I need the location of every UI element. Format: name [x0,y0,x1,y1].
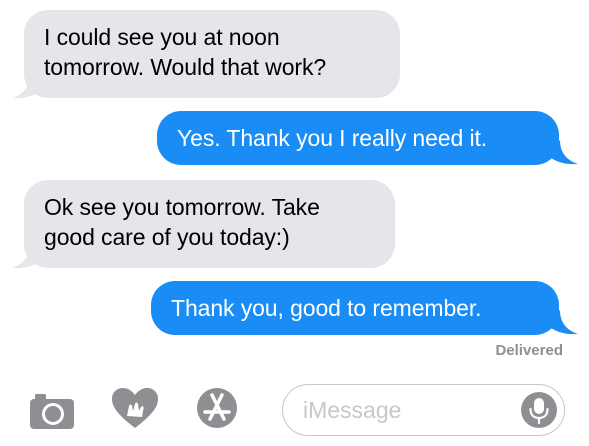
message-bubble-incoming[interactable]: Ok see you tomorrow. Take good care of y… [24,180,395,268]
message-bubble-incoming[interactable]: I could see you at noon tomorrow. Would … [24,10,400,98]
microphone-icon [529,398,549,425]
message-placeholder: iMessage [303,397,402,423]
delivered-status: Delivered [495,342,563,359]
microphone-button[interactable] [521,392,557,428]
message-thread: I could see you at noon tomorrow. Would … [0,0,589,446]
camera-icon[interactable] [28,390,76,430]
message-input[interactable]: iMessage [282,384,565,436]
message-bubble-outgoing[interactable]: Thank you, good to remember. [151,281,559,335]
message-bubble-outgoing[interactable]: Yes. Thank you I really need it. [157,111,559,165]
app-store-icon[interactable] [192,385,242,431]
digital-touch-icon[interactable] [110,386,160,430]
